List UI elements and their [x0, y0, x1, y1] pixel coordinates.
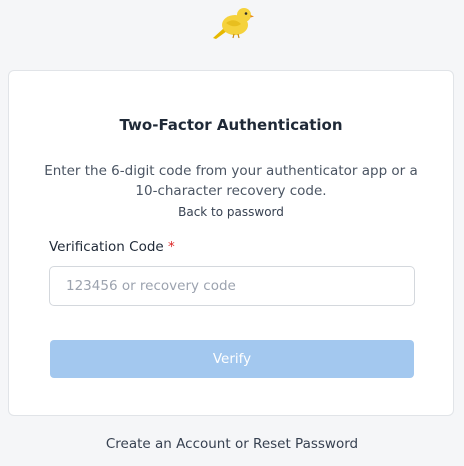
verification-code-input[interactable] [49, 266, 415, 306]
instructions-text: Enter the 6-digit code from your authent… [44, 163, 418, 199]
verification-code-label-text: Verification Code [49, 239, 164, 255]
required-marker: * [168, 239, 175, 255]
two-factor-page: Two-Factor Authentication Enter the 6-di… [0, 0, 464, 466]
back-to-password-link[interactable]: Back to password [9, 205, 453, 219]
canary-bird-icon [210, 4, 254, 40]
verify-button[interactable]: Verify [50, 340, 414, 378]
page-title: Two-Factor Authentication [119, 116, 343, 134]
create-account-reset-password-link[interactable]: Create an Account or Reset Password [0, 436, 464, 452]
verification-code-label: Verification Code * [49, 239, 175, 255]
auth-card: Two-Factor Authentication Enter the 6-di… [8, 70, 454, 416]
